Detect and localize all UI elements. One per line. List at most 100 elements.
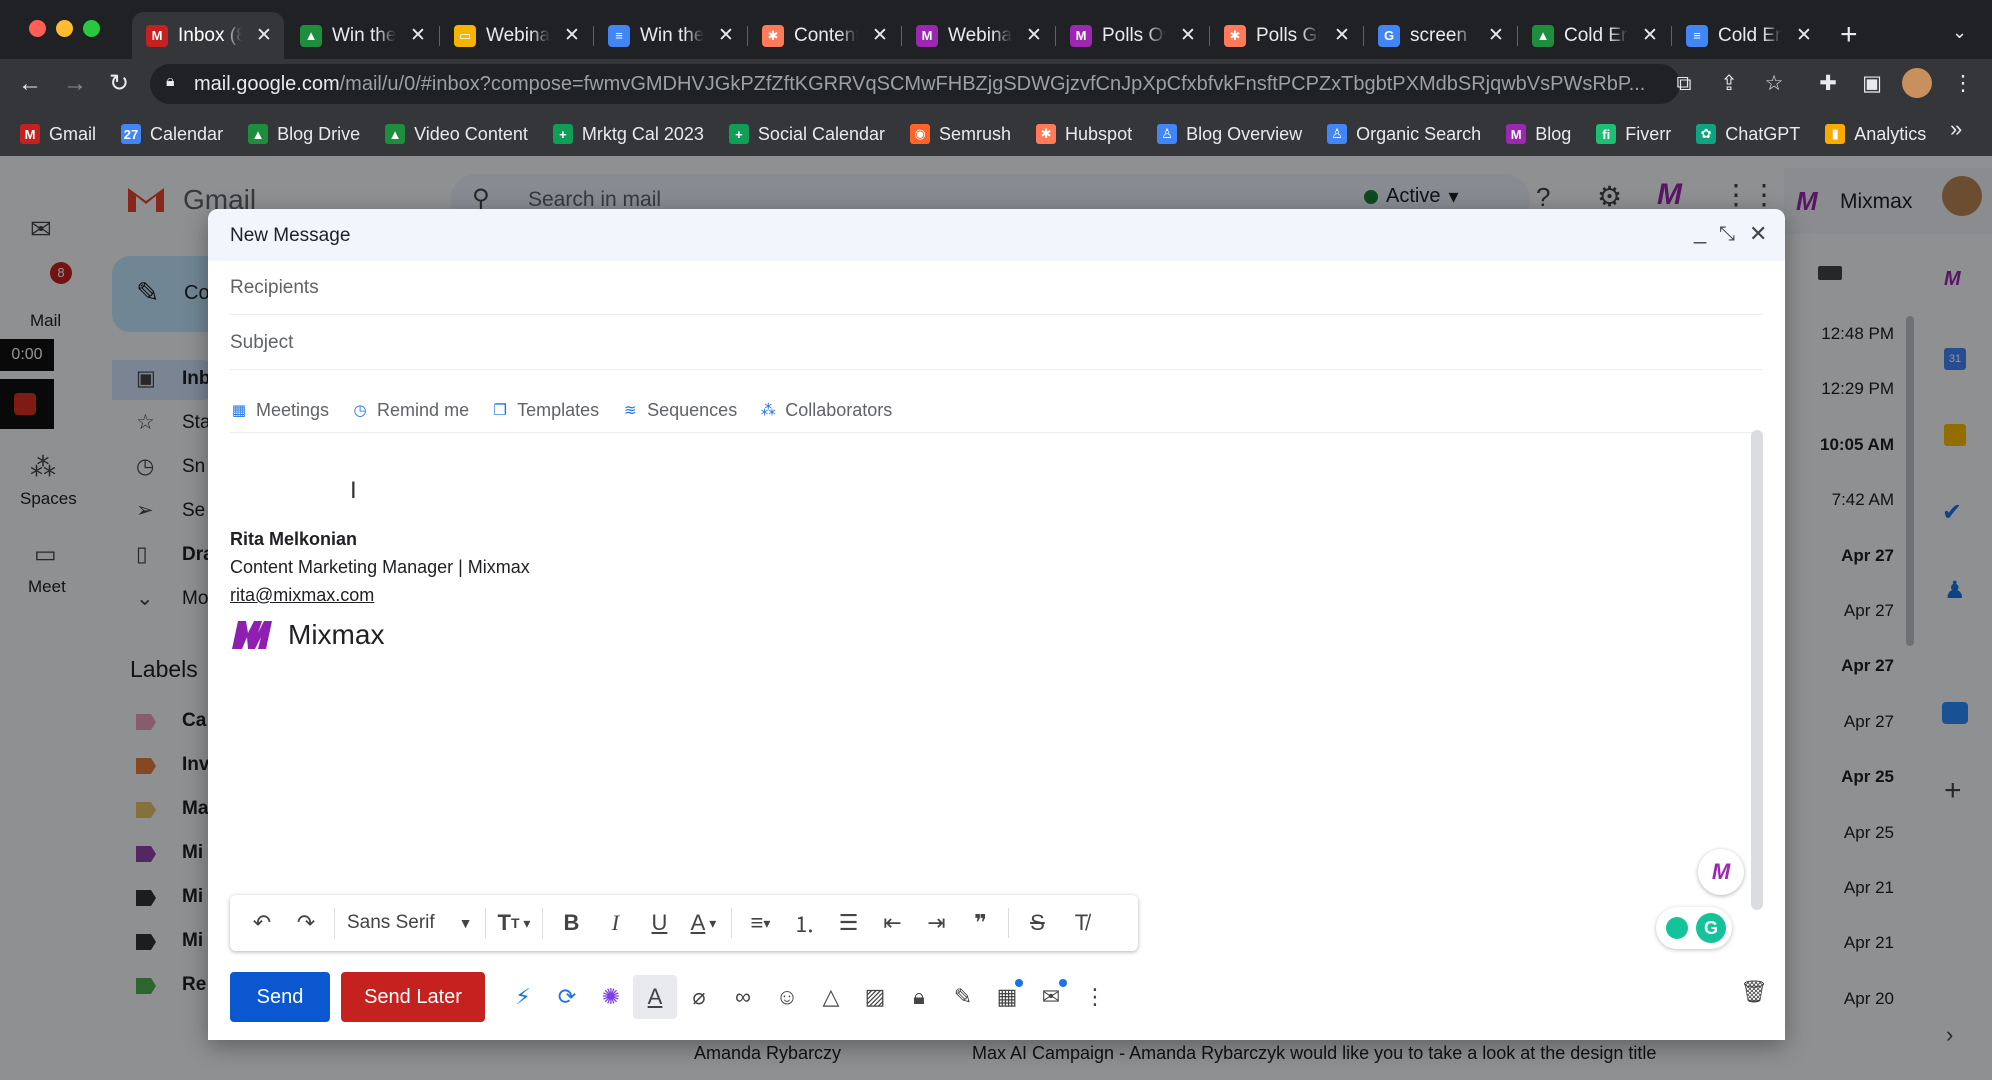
extensions-puzzle-icon[interactable]: ✚ <box>1813 69 1843 99</box>
quote-icon[interactable]: ❞ <box>958 903 1002 943</box>
open-in-new-icon[interactable]: ⧉ <box>1669 69 1699 99</box>
profile-avatar[interactable] <box>1902 68 1932 98</box>
subject-field[interactable]: Subject <box>230 316 1762 370</box>
forward-button[interactable]: → <box>57 66 93 102</box>
close-window-button[interactable] <box>29 20 46 37</box>
send-button[interactable]: Send <box>230 972 330 1022</box>
mixmax-sequences-button[interactable]: ≋ Sequences <box>621 400 737 421</box>
tab-10[interactable]: ▲ Cold Em ✕ <box>1518 12 1670 59</box>
bookmark-4[interactable]: ▲ Video Content <box>385 124 528 145</box>
signature-email-link[interactable]: rita@mixmax.com <box>230 581 1030 609</box>
tab-8[interactable]: ✱ Polls Gif ✕ <box>1210 12 1362 59</box>
bookmark-11[interactable]: M Blog <box>1506 124 1571 145</box>
tab-close-icon[interactable]: ✕ <box>868 24 892 47</box>
recipients-field[interactable]: Recipients <box>230 261 1762 315</box>
underline-icon[interactable]: U <box>637 903 681 943</box>
side-panel-icon[interactable]: ▣ <box>1857 69 1887 99</box>
bookmark-8[interactable]: ✱ Hubspot <box>1036 124 1132 145</box>
tab-4[interactable]: ≡ Win the ✕ <box>594 12 746 59</box>
tracking-icon[interactable]: ✉ <box>1029 975 1073 1019</box>
redo-icon[interactable]: ↷ <box>284 903 328 943</box>
tab-close-icon[interactable]: ✕ <box>1022 24 1046 47</box>
tab-11[interactable]: ≡ Cold Em ✕ <box>1672 12 1824 59</box>
more-options-icon[interactable]: ⋮ <box>1073 975 1117 1019</box>
send-later-button[interactable]: Send Later <box>341 972 485 1022</box>
ai-sparkle-icon[interactable]: ✺ <box>589 975 633 1019</box>
bookmark-5[interactable]: + Mrktg Cal 2023 <box>552 124 704 145</box>
tab-3[interactable]: ▭ Webinar ✕ <box>440 12 592 59</box>
zoom-window-button[interactable] <box>83 20 100 37</box>
bulleted-list-icon[interactable]: ☰ <box>826 903 870 943</box>
bold-icon[interactable]: B <box>549 903 593 943</box>
remove-formatting-icon[interactable]: T̸ <box>1059 903 1103 943</box>
minimize-icon[interactable]: _ <box>1694 219 1706 245</box>
indent-less-icon[interactable]: ⇤ <box>870 903 914 943</box>
tab-close-icon[interactable]: ✕ <box>1330 24 1354 47</box>
bookmark-star-icon[interactable]: ☆ <box>1759 69 1789 99</box>
mixmax-collaborators-button[interactable]: ⁂ Collaborators <box>759 400 893 421</box>
text-color-icon[interactable]: A ▾ <box>681 903 725 943</box>
discard-trash-icon[interactable]: 🗑︎ <box>1740 979 1768 1005</box>
font-family-select[interactable]: Sans Serif ▼ <box>341 903 479 943</box>
align-icon[interactable]: ≡ ▾ <box>738 903 782 943</box>
bookmark-13[interactable]: ✿ ChatGPT <box>1696 124 1800 145</box>
layout-icon[interactable]: ▦ <box>985 975 1029 1019</box>
sync-icon[interactable]: ⟳ <box>545 975 589 1019</box>
tab-close-icon[interactable]: ✕ <box>1638 24 1662 47</box>
numbered-list-icon[interactable]: ⒈ <box>782 903 826 943</box>
bookmark-3[interactable]: ▲ Blog Drive <box>248 124 360 145</box>
formatting-toggle-icon[interactable]: A <box>633 975 677 1019</box>
drive-icon[interactable]: △ <box>809 975 853 1019</box>
tab-7[interactable]: M Polls Ov ✕ <box>1056 12 1208 59</box>
bookmark-12[interactable]: fi Fiverr <box>1596 124 1671 145</box>
bookmark-9[interactable]: ♙ Blog Overview <box>1157 124 1302 145</box>
signature-pen-icon[interactable]: ✎ <box>941 975 985 1019</box>
attach-icon[interactable]: ⌀ <box>677 975 721 1019</box>
tab-search-chevron-icon[interactable]: ⌄ <box>1952 22 1967 43</box>
bookmark-10[interactable]: ♙ Organic Search <box>1327 124 1481 145</box>
undo-icon[interactable]: ↶ <box>240 903 284 943</box>
chrome-menu-icon[interactable]: ⋮ <box>1948 69 1978 99</box>
minimize-window-button[interactable] <box>56 20 73 37</box>
compose-scrollbar[interactable] <box>1751 430 1763 910</box>
compose-header[interactable]: New Message _ ⤡ ✕ <box>208 209 1785 261</box>
confidential-lock-icon[interactable]: 🔒︎ <box>897 975 941 1019</box>
tab-2[interactable]: ▲ Win the ✕ <box>286 12 438 59</box>
strikethrough-icon[interactable]: S <box>1015 903 1059 943</box>
tab-9[interactable]: Gscreen r ✕ <box>1364 12 1516 59</box>
url-field[interactable]: 🔒︎ mail.google.com/mail/u/0/#inbox?compo… <box>150 64 1680 104</box>
bookmark-7[interactable]: ◉ Semrush <box>910 124 1011 145</box>
tab-close-icon[interactable]: ✕ <box>1484 24 1508 47</box>
share-icon[interactable]: ⇪ <box>1714 69 1744 99</box>
reload-button[interactable]: ↻ <box>101 66 137 102</box>
tab-close-icon[interactable]: ✕ <box>1792 24 1816 47</box>
mixmax-templates-button[interactable]: ❐ Templates <box>491 400 599 421</box>
bookmark-6[interactable]: + Social Calendar <box>728 124 885 145</box>
grammarly-widget[interactable]: G <box>1656 907 1732 949</box>
close-icon[interactable]: ✕ <box>1749 221 1767 247</box>
indent-more-icon[interactable]: ⇥ <box>914 903 958 943</box>
mixmax-remind-me-button[interactable]: ◷ Remind me <box>351 400 470 421</box>
more-bookmarks-icon[interactable]: » <box>1950 116 1962 142</box>
tab-close-icon[interactable]: ✕ <box>406 24 430 47</box>
lightning-icon[interactable]: ⚡︎ <box>501 975 545 1019</box>
tab-6[interactable]: M Webinar ✕ <box>902 12 1054 59</box>
tab-close-icon[interactable]: ✕ <box>252 24 276 47</box>
italic-icon[interactable]: I <box>593 903 637 943</box>
fullscreen-icon[interactable]: ⤡ <box>1719 223 1735 246</box>
tab-5[interactable]: ✱ Content ✕ <box>748 12 900 59</box>
link-icon[interactable]: ∞ <box>721 975 765 1019</box>
tab-close-icon[interactable]: ✕ <box>714 24 738 47</box>
tab-close-icon[interactable]: ✕ <box>560 24 584 47</box>
message-body[interactable]: Rita Melkonian Content Marketing Manager… <box>230 525 1030 651</box>
mixmax-fab-icon[interactable]: M <box>1698 849 1744 895</box>
bookmark-2[interactable]: 27 Calendar <box>121 124 223 145</box>
bookmark-14[interactable]: ▮ Analytics <box>1825 124 1926 145</box>
bookmark-1[interactable]: M Gmail <box>20 124 96 145</box>
mixmax-meetings-button[interactable]: ▦ Meetings <box>230 400 329 421</box>
photo-icon[interactable]: ▨ <box>853 975 897 1019</box>
emoji-icon[interactable]: ☺ <box>765 975 809 1019</box>
new-tab-button[interactable]: + <box>1840 18 1858 52</box>
tab-1[interactable]: M Inbox (8 ✕ <box>132 12 284 59</box>
text-size-icon[interactable]: TT ▾ <box>492 903 537 943</box>
